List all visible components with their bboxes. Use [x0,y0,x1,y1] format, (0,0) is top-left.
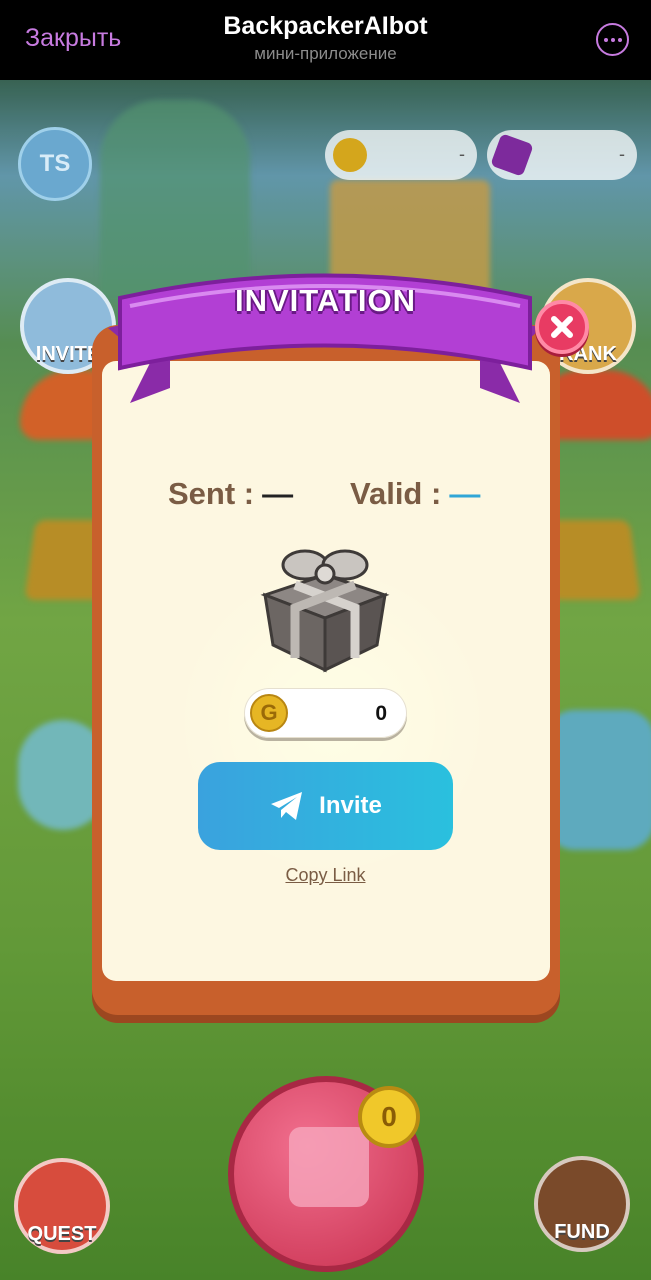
invite-button[interactable]: Invite [198,762,453,850]
gift-box-icon [260,549,390,673]
bot-title: BackpackerAIbot [223,12,428,40]
telegram-plane-icon [271,792,303,820]
valid-value: — [449,476,481,511]
reward-pill: G 0 [244,688,407,738]
dice-icon [289,1127,369,1207]
sent-label: Sent : [168,476,255,511]
coin-icon: G [250,694,288,732]
invite-button-label: Invite [319,792,382,819]
valid-label: Valid : [350,476,442,511]
coin-balance-pill: - [325,130,477,180]
reward-value: 0 [375,702,387,725]
gem-icon [490,133,534,177]
close-modal-button[interactable] [535,300,589,354]
avatar[interactable]: TS [18,127,92,201]
valid-stat: Valid : — [350,476,480,512]
coin-icon [333,138,367,172]
gem-balance-pill: - [487,130,637,180]
fund-button[interactable]: FUND [534,1156,630,1252]
coin-balance-value: - [459,144,465,164]
telegram-header: Закрыть BackpackerAIbot мини-приложение [0,0,651,80]
more-options-icon[interactable] [596,23,629,56]
copy-link-button[interactable]: Copy Link [0,865,651,886]
close-icon [551,316,573,338]
bot-subtitle: мини-приложение [254,44,397,63]
sent-stat: Sent : — [168,476,293,512]
sent-value: — [262,476,294,511]
quest-button[interactable]: QUEST [14,1158,110,1254]
gem-balance-value: - [619,144,625,164]
dice-count-badge: 0 [358,1086,420,1148]
